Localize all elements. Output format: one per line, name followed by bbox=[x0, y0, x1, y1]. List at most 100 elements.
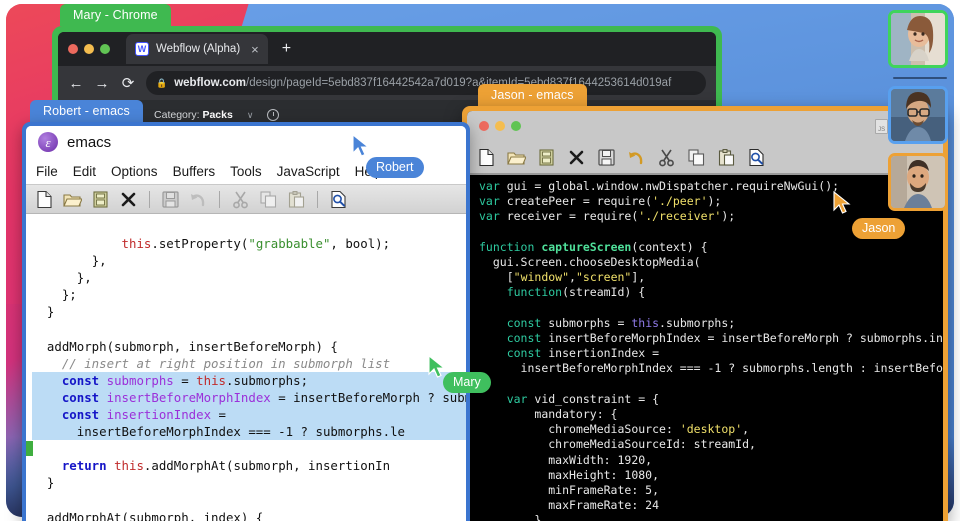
robert-app-title: emacs bbox=[67, 134, 111, 151]
code-line: addMorph(submorph, insertBeforeMorph) { bbox=[32, 338, 466, 355]
code-line: var createPeer = require('./peer'); bbox=[479, 194, 943, 209]
code-line: this.setProperty("grabbable", bool); bbox=[32, 235, 466, 252]
browser-tab-title: Webflow (Alpha) bbox=[156, 43, 240, 55]
undo-icon[interactable] bbox=[627, 148, 646, 167]
close-window-button[interactable] bbox=[68, 44, 78, 54]
menu-item-options[interactable]: Options bbox=[111, 164, 158, 179]
robert-window-frame: ε emacs File Edit Options Buffers Tools JavaS… bbox=[22, 122, 470, 521]
robert-titlebar: ε emacs bbox=[26, 126, 466, 158]
window-tab-jason-emacs[interactable]: Jason - emacs bbox=[478, 84, 587, 106]
jason-toolbar[interactable] bbox=[467, 141, 943, 175]
save-file-icon[interactable] bbox=[91, 190, 110, 209]
minimize-window-button[interactable] bbox=[495, 121, 505, 131]
cut-icon[interactable] bbox=[231, 190, 250, 209]
code-line: }, bbox=[479, 513, 943, 521]
code-line bbox=[479, 301, 943, 316]
code-line: function captureScreen(context) { bbox=[479, 240, 943, 255]
code-line: insertBeforeMorphIndex === -1 ? submorph… bbox=[32, 423, 466, 440]
code-line: const insertionIndex = bbox=[479, 346, 943, 361]
save-disk-icon[interactable] bbox=[161, 190, 180, 209]
js-file-icon: JS bbox=[875, 119, 888, 134]
menu-item-edit[interactable]: Edit bbox=[73, 164, 96, 179]
new-file-icon[interactable] bbox=[35, 190, 54, 209]
menu-item-tools[interactable]: Tools bbox=[230, 164, 262, 179]
participant-video-strip bbox=[888, 10, 952, 220]
window-tab-mary-chrome[interactable]: Mary - Chrome bbox=[60, 4, 171, 26]
code-line bbox=[32, 320, 466, 337]
code-line: // insert at right position in submorph … bbox=[32, 355, 466, 372]
jason-window-frame: JS file4.js var gui = global.window.nwDi… bbox=[462, 106, 948, 521]
code-line: }; bbox=[32, 286, 466, 303]
chrome-traffic-lights[interactable] bbox=[68, 44, 110, 54]
close-icon[interactable] bbox=[119, 190, 138, 209]
code-line: minFrameRate: 5, bbox=[479, 483, 943, 498]
edit-marker bbox=[26, 441, 33, 456]
webflow-favicon: W bbox=[135, 42, 149, 56]
nametag-jason: Jason bbox=[852, 218, 905, 239]
avatar-jason-image bbox=[891, 156, 945, 208]
menu-item-javascript[interactable]: JavaScript bbox=[277, 164, 340, 179]
menu-item-file[interactable]: File bbox=[36, 164, 58, 179]
new-file-icon[interactable] bbox=[477, 148, 496, 167]
search-icon[interactable] bbox=[329, 190, 348, 209]
code-line: var gui = global.window.nwDispatcher.req… bbox=[479, 179, 943, 194]
code-line: mandatory: { bbox=[479, 407, 943, 422]
jason-window-inner: JS file4.js var gui = global.window.nwDi… bbox=[467, 111, 943, 521]
back-arrow-icon[interactable]: ← bbox=[68, 75, 84, 92]
save-file-icon[interactable] bbox=[537, 148, 556, 167]
nametag-robert: Robert bbox=[366, 157, 424, 178]
minimize-window-button[interactable] bbox=[84, 44, 94, 54]
emacs-logo-icon: ε bbox=[38, 132, 58, 152]
reload-icon[interactable]: ⟳ bbox=[120, 74, 136, 92]
open-folder-icon[interactable] bbox=[507, 148, 526, 167]
window-jason-emacs[interactable]: Jason - emacs JS file4.js bbox=[462, 84, 948, 521]
code-line: return this.addMorphAt(submorph, inserti… bbox=[32, 457, 466, 474]
copy-icon[interactable] bbox=[687, 148, 706, 167]
copy-icon[interactable] bbox=[259, 190, 278, 209]
code-line: maxWidth: 1920, bbox=[479, 453, 943, 468]
close-window-button[interactable] bbox=[479, 121, 489, 131]
search-icon[interactable] bbox=[747, 148, 766, 167]
code-line: const insertBeforeMorphIndex = insertBef… bbox=[479, 331, 943, 346]
close-icon[interactable] bbox=[567, 148, 586, 167]
code-line: const submorphs = this.submorphs; bbox=[479, 316, 943, 331]
code-line: function(streamId) { bbox=[479, 285, 943, 300]
undo-icon[interactable] bbox=[189, 190, 208, 209]
menu-item-buffers[interactable]: Buffers bbox=[173, 164, 216, 179]
avatar-jason[interactable] bbox=[888, 153, 948, 211]
code-line bbox=[32, 491, 466, 508]
toolbar-separator bbox=[219, 191, 220, 208]
window-tab-robert-emacs[interactable]: Robert - emacs bbox=[30, 100, 143, 122]
avatar-robert[interactable] bbox=[888, 86, 948, 144]
paste-icon[interactable] bbox=[287, 190, 306, 209]
toolbar-separator bbox=[317, 191, 318, 208]
nametag-mary: Mary bbox=[443, 372, 491, 393]
toolbar-separator bbox=[149, 191, 150, 208]
lock-icon: 🔒 bbox=[156, 78, 167, 89]
code-line bbox=[32, 440, 466, 457]
robert-toolbar[interactable] bbox=[26, 184, 466, 214]
code-line: insertBeforeMorphIndex === -1 ? submorph… bbox=[479, 361, 943, 376]
url-domain: webflow.com bbox=[174, 77, 246, 89]
robert-code-editor[interactable]: this.setProperty("grabbable", bool); }, … bbox=[26, 232, 466, 521]
new-tab-icon[interactable]: + bbox=[276, 40, 297, 58]
forward-arrow-icon[interactable]: → bbox=[94, 75, 110, 92]
save-disk-icon[interactable] bbox=[597, 148, 616, 167]
open-folder-icon[interactable] bbox=[63, 190, 82, 209]
paste-icon[interactable] bbox=[717, 148, 736, 167]
maximize-window-button[interactable] bbox=[511, 121, 521, 131]
avatar-mary[interactable] bbox=[888, 10, 948, 68]
robert-window-inner: ε emacs File Edit Options Buffers Tools JavaS… bbox=[26, 126, 466, 521]
code-line: chromeMediaSource: 'desktop', bbox=[479, 422, 943, 437]
jason-titlebar: JS file4.js bbox=[467, 111, 943, 141]
code-line bbox=[479, 377, 943, 392]
avatar-mary-image bbox=[891, 13, 945, 65]
chrome-tab-strip: W Webflow (Alpha) × + bbox=[58, 32, 716, 66]
tab-close-icon[interactable]: × bbox=[251, 42, 259, 57]
code-line: const submorphs = this.submorphs; bbox=[32, 372, 466, 389]
jason-traffic-lights[interactable] bbox=[479, 121, 521, 131]
browser-tab-webflow[interactable]: W Webflow (Alpha) × bbox=[126, 34, 268, 64]
code-line: addMorphAt(submorph, index) { bbox=[32, 509, 466, 521]
maximize-window-button[interactable] bbox=[100, 44, 110, 54]
cut-icon[interactable] bbox=[657, 148, 676, 167]
